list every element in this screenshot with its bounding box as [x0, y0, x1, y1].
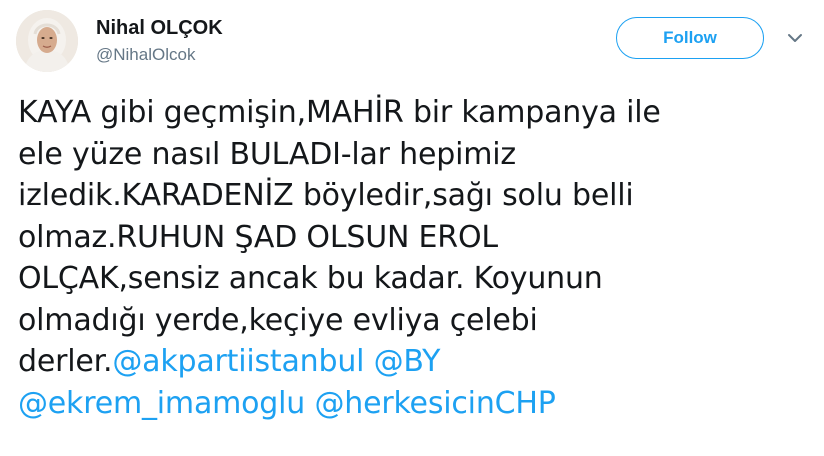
tweet-line: ele yüze nasıl BULADI-lar hepimiz [18, 136, 516, 172]
tweet-line: OLÇAK,sensiz ancak bu kadar. Koyunun [18, 261, 603, 296]
mention-link[interactable]: @herkesicinCHP [314, 386, 555, 421]
mention-link[interactable]: @akpartiistanbul [112, 344, 364, 379]
tweet-text: KAYA gibi geçmişin,MAHİR bir kampanya il… [18, 92, 808, 424]
user-names: Nihal OLÇOK @NihalOlcok [96, 16, 223, 66]
tweet-header: Nihal OLÇOK @NihalOlcok Follow [16, 10, 808, 74]
tweet-line: KAYA gibi geçmişin,MAHİR bir kampanya il… [18, 95, 661, 130]
mention-link[interactable]: @ekrem_imamoglu [18, 386, 305, 421]
follow-button[interactable]: Follow [616, 17, 764, 59]
user-handle[interactable]: @NihalOlcok [96, 44, 223, 66]
tweet-card: Nihal OLÇOK @NihalOlcok Follow KAYA gibi… [0, 0, 824, 456]
display-name[interactable]: Nihal OLÇOK [96, 16, 223, 40]
tweet-line: olmaz.RUHUN ŞAD OLSUN EROL [18, 219, 498, 255]
avatar[interactable] [16, 10, 78, 72]
tweet-line: izledik.KARADENİZ böyledir,sağı solu bel… [18, 178, 634, 213]
tweet-line: derler. [18, 344, 113, 379]
tweet-line: olmadığı yerde,keçiye evliya çelebi [18, 302, 538, 338]
chevron-down-icon[interactable] [786, 30, 804, 44]
mention-link[interactable]: @BY [374, 344, 441, 379]
